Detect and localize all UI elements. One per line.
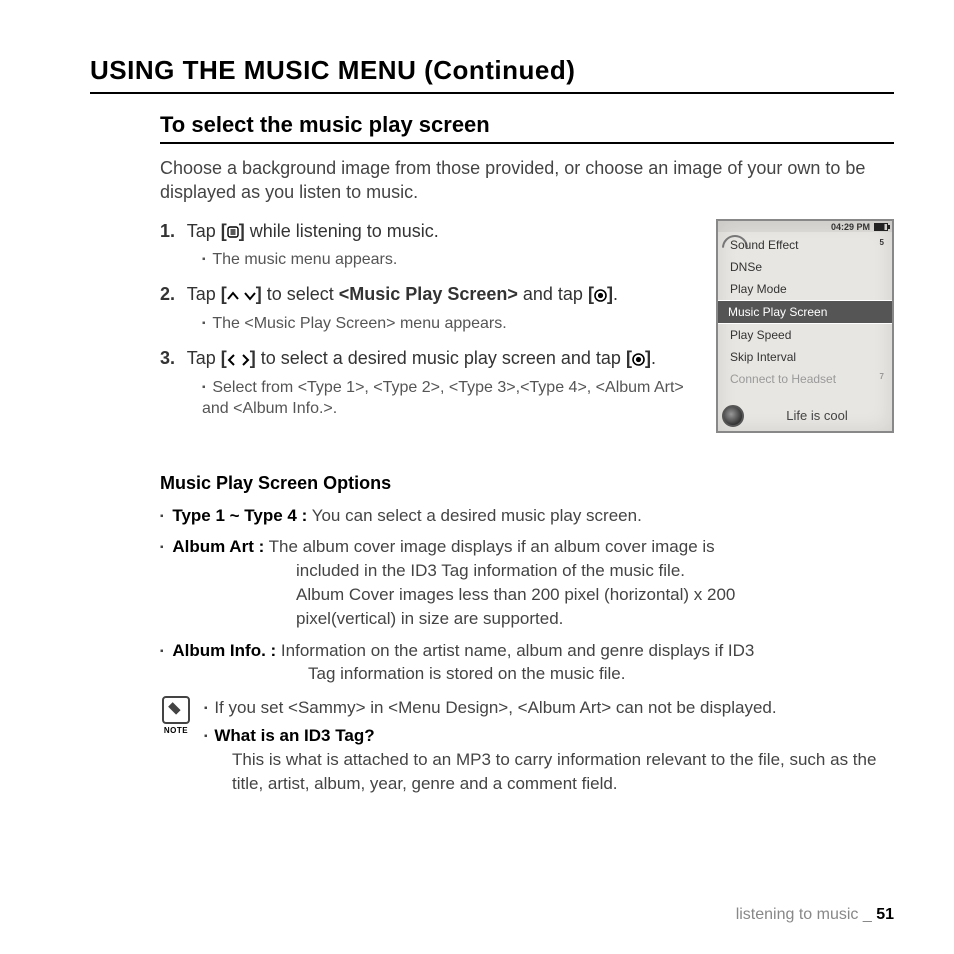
step-1: 1. Tap [] while listening to music. The … <box>160 219 696 271</box>
right-icon <box>241 354 250 366</box>
device-item-play-speed: Play Speed <box>728 324 886 346</box>
step-2-note: The <Music Play Screen> menu appears. <box>202 313 696 335</box>
option-album-info: Album Info. : Information on the artist … <box>160 639 894 687</box>
page-footer: listening to music _ 51 <box>736 906 894 924</box>
menu-icon <box>227 226 239 238</box>
page-title: USING THE MUSIC MENU (Continued) <box>90 55 894 94</box>
device-item-play-mode: Play Mode <box>728 278 886 300</box>
device-knob-icon <box>722 405 744 427</box>
section-intro: Choose a background image from those pro… <box>160 156 894 205</box>
device-item-sound-effect: Sound Effect5 <box>728 234 886 256</box>
select-icon <box>594 289 607 302</box>
note-icon: NOTE <box>160 696 192 735</box>
up-icon <box>227 291 239 301</box>
device-item-skip-interval: Skip Interval <box>728 346 886 368</box>
device-item-dnse: DNSe <box>728 256 886 278</box>
steps-list: 1. Tap [] while listening to music. The … <box>160 219 696 432</box>
device-time: 04:29 PM <box>831 222 870 232</box>
device-item-music-play-screen: Music Play Screen <box>718 300 892 324</box>
step-3-note: Select from <Type 1>, <Type 2>, <Type 3>… <box>202 377 696 420</box>
note-sammy: If you set <Sammy> in <Menu Design>, <Al… <box>204 696 894 720</box>
pencil-icon <box>165 699 188 722</box>
device-screenshot: 04:29 PM Sound Effect5 DNSe Play Mode Mu… <box>716 219 894 433</box>
select-icon <box>632 353 645 366</box>
section-title: To select the music play screen <box>160 112 894 144</box>
option-type: Type 1 ~ Type 4 : You can select a desir… <box>160 504 894 528</box>
options-heading: Music Play Screen Options <box>160 473 894 494</box>
device-menu: Sound Effect5 DNSe Play Mode Music Play … <box>718 232 892 392</box>
step-2: 2. Tap [ ] to select <Music Play Screen>… <box>160 282 696 334</box>
step-3: 3. Tap [ ] to select a desired music pla… <box>160 346 696 419</box>
device-item-connect-headset: Connect to Headset7 <box>728 368 886 390</box>
device-now-playing: Life is cool <box>718 392 892 431</box>
option-album-art: Album Art : The album cover image displa… <box>160 535 894 630</box>
step-1-note: The music menu appears. <box>202 249 696 271</box>
left-icon <box>227 354 236 366</box>
battery-icon <box>874 223 888 231</box>
down-icon <box>244 291 256 301</box>
note-id3-tag: What is an ID3 Tag? This is what is atta… <box>204 724 894 795</box>
